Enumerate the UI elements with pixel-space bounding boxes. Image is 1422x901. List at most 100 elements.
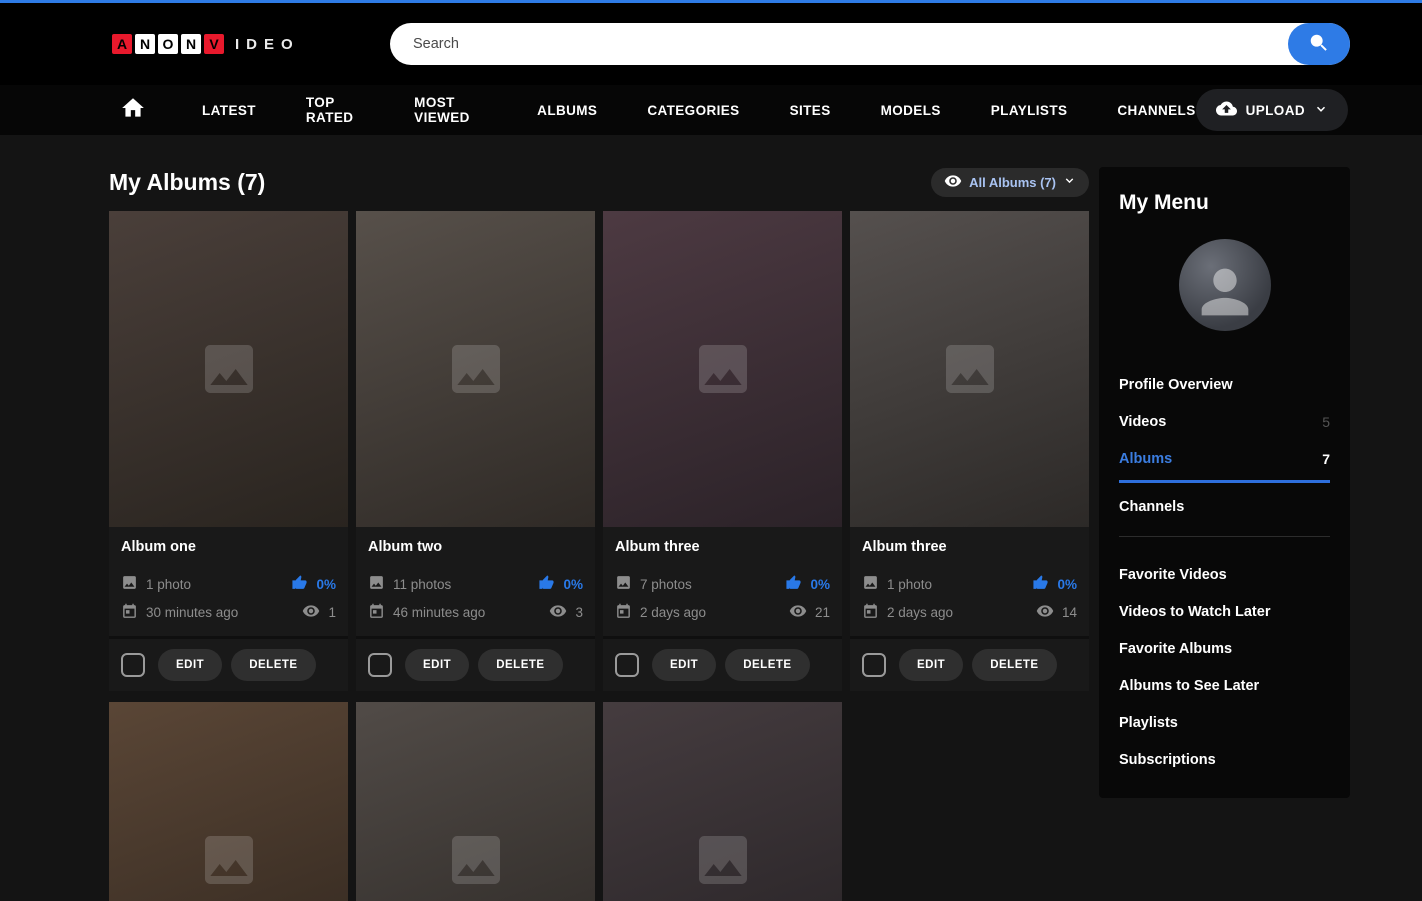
- search-input[interactable]: [390, 23, 1350, 65]
- sidebar-item-channels[interactable]: Channels: [1119, 499, 1330, 515]
- calendar-icon: [615, 603, 632, 623]
- sidebar-item-playlists[interactable]: Playlists: [1119, 715, 1330, 731]
- like-percent: 0%: [1057, 577, 1077, 592]
- album-thumbnail[interactable]: [850, 211, 1089, 527]
- nav-item-latest[interactable]: LATEST: [202, 103, 256, 118]
- album-age: 30 minutes ago: [146, 605, 238, 620]
- views-icon: [302, 602, 320, 623]
- edit-button[interactable]: EDIT: [158, 649, 222, 681]
- albums-section: My Albums (7) All Albums (7) Album one: [109, 167, 1089, 901]
- page-title: My Albums (7): [109, 169, 265, 196]
- nav-item-categories[interactable]: CATEGORIES: [647, 103, 739, 118]
- album-card: [603, 702, 842, 901]
- edit-button[interactable]: EDIT: [899, 649, 963, 681]
- filter-label: All Albums (7): [969, 175, 1056, 190]
- like-percent: 0%: [810, 577, 830, 592]
- sidebar-item-profile-overview[interactable]: Profile Overview: [1119, 377, 1330, 393]
- calendar-icon: [368, 603, 385, 623]
- delete-button[interactable]: DELETE: [478, 649, 562, 681]
- delete-button[interactable]: DELETE: [725, 649, 809, 681]
- sidebar-item-videos-to-watch-later[interactable]: Videos to Watch Later: [1119, 604, 1330, 620]
- nav-item-models[interactable]: MODELS: [881, 103, 941, 118]
- album-card: [356, 702, 595, 901]
- eye-icon: [944, 172, 962, 193]
- logo-text: IDEO: [235, 36, 300, 53]
- album-card: Album two 11 photos 0% 46 minutes ago 3 …: [356, 211, 595, 691]
- search-bar: [390, 23, 1350, 65]
- edit-button[interactable]: EDIT: [405, 649, 469, 681]
- edit-button[interactable]: EDIT: [652, 649, 716, 681]
- photo-icon: [615, 574, 632, 594]
- delete-button[interactable]: DELETE: [972, 649, 1056, 681]
- album-card: Album three 7 photos 0% 2 days ago 21 ED…: [603, 211, 842, 691]
- nav-item-playlists[interactable]: PLAYLISTS: [991, 103, 1068, 118]
- photo-icon: [368, 574, 385, 594]
- album-title[interactable]: Album three: [862, 539, 1077, 555]
- sidebar-item-favorite-albums[interactable]: Favorite Albums: [1119, 641, 1330, 657]
- sidebar-item-favorite-videos[interactable]: Favorite Videos: [1119, 567, 1330, 583]
- cloud-upload-icon: [1216, 98, 1237, 122]
- album-thumbnail[interactable]: [356, 702, 595, 901]
- delete-button[interactable]: DELETE: [231, 649, 315, 681]
- site-logo[interactable]: A N O N V IDEO: [112, 34, 300, 54]
- photo-count: 7 photos: [640, 577, 692, 592]
- view-count: 21: [815, 605, 830, 620]
- album-thumbnail[interactable]: [603, 702, 842, 901]
- select-checkbox[interactable]: [121, 653, 145, 677]
- album-age: 2 days ago: [887, 605, 953, 620]
- album-card: Album three 1 photo 0% 2 days ago 14 EDI…: [850, 211, 1089, 691]
- like-percent: 0%: [316, 577, 336, 592]
- nav-item-channels[interactable]: CHANNELS: [1117, 103, 1195, 118]
- views-icon: [549, 602, 567, 623]
- nav-home[interactable]: [120, 95, 146, 126]
- home-icon: [120, 95, 146, 126]
- user-avatar[interactable]: [1179, 239, 1271, 331]
- upload-button[interactable]: UPLOAD: [1196, 89, 1348, 131]
- view-count: 14: [1062, 605, 1077, 620]
- view-count: 3: [575, 605, 583, 620]
- calendar-icon: [121, 603, 138, 623]
- select-checkbox[interactable]: [368, 653, 392, 677]
- sidebar-title: My Menu: [1119, 191, 1330, 215]
- album-age: 46 minutes ago: [393, 605, 485, 620]
- album-thumbnail[interactable]: [603, 211, 842, 527]
- album-card: [109, 702, 348, 901]
- like-percent: 0%: [563, 577, 583, 592]
- nav-item-most-viewed[interactable]: MOST VIEWED: [414, 95, 487, 125]
- thumbs-up-icon: [538, 574, 555, 594]
- nav-item-top-rated[interactable]: TOP RATED: [306, 95, 364, 125]
- select-checkbox[interactable]: [862, 653, 886, 677]
- upload-label: UPLOAD: [1246, 103, 1305, 118]
- search-button[interactable]: [1288, 23, 1350, 65]
- album-thumbnail[interactable]: [109, 211, 348, 527]
- photo-icon: [121, 574, 138, 594]
- photo-count: 11 photos: [393, 577, 451, 592]
- album-title[interactable]: Album two: [368, 539, 583, 555]
- sidebar-item-subscriptions[interactable]: Subscriptions: [1119, 752, 1330, 768]
- thumbs-up-icon: [1032, 574, 1049, 594]
- sidebar-item-albums-to-see-later[interactable]: Albums to See Later: [1119, 678, 1330, 694]
- nav-item-albums[interactable]: ALBUMS: [537, 103, 597, 118]
- sidebar-item-videos[interactable]: Videos 5: [1119, 414, 1330, 430]
- album-title[interactable]: Album one: [121, 539, 336, 555]
- album-card: Album one 1 photo 0% 30 minutes ago 1 ED…: [109, 211, 348, 691]
- album-thumbnail[interactable]: [109, 702, 348, 901]
- logo-tile: O: [158, 34, 178, 54]
- albums-filter-dropdown[interactable]: All Albums (7): [931, 168, 1089, 197]
- my-menu-sidebar: My Menu Profile Overview Videos 5 Albums…: [1099, 167, 1350, 798]
- sidebar-item-albums[interactable]: Albums 7: [1119, 451, 1330, 483]
- album-title[interactable]: Album three: [615, 539, 830, 555]
- albums-grid: Album one 1 photo 0% 30 minutes ago 1 ED…: [109, 211, 1089, 901]
- nav-item-sites[interactable]: SITES: [790, 103, 831, 118]
- calendar-icon: [862, 603, 879, 623]
- photo-icon: [862, 574, 879, 594]
- album-thumbnail[interactable]: [356, 211, 595, 527]
- album-age: 2 days ago: [640, 605, 706, 620]
- views-icon: [1036, 602, 1054, 623]
- chevron-down-icon: [1314, 102, 1328, 119]
- thumbs-up-icon: [291, 574, 308, 594]
- views-icon: [789, 602, 807, 623]
- select-checkbox[interactable]: [615, 653, 639, 677]
- logo-tile: N: [181, 34, 201, 54]
- logo-tile: N: [135, 34, 155, 54]
